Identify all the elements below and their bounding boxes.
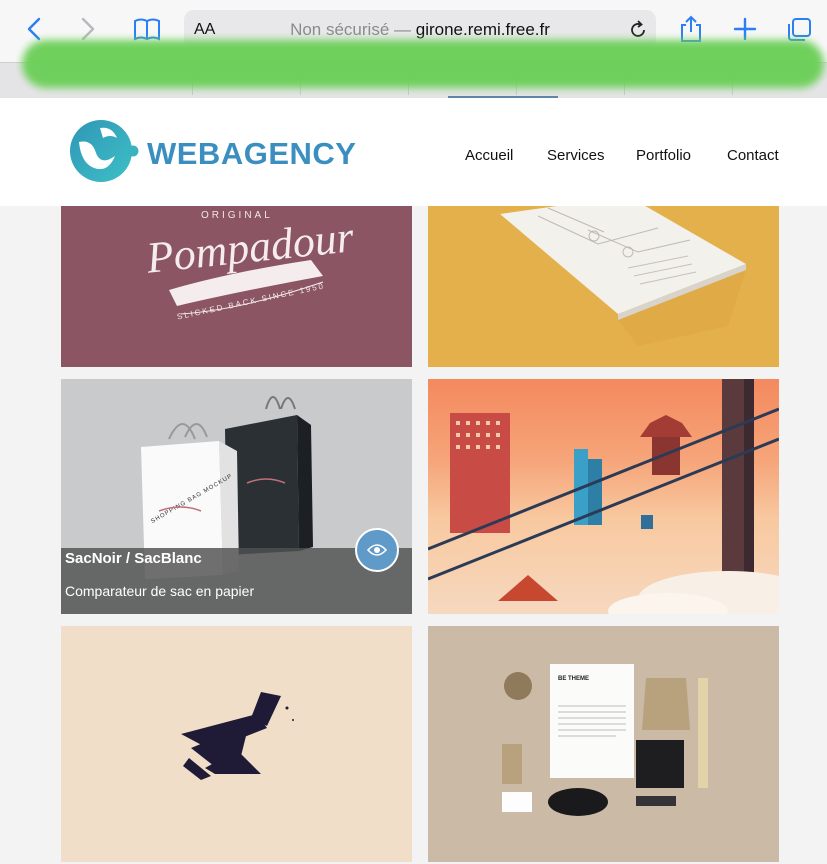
view-project-button[interactable] [355,528,399,572]
security-label: Non sécurisé [290,20,390,39]
url-separator: — [394,20,412,39]
reload-icon[interactable] [628,20,648,40]
portfolio-tile-branding-mockup[interactable]: BE THEME [428,626,779,862]
portfolio-tile-city-illustration[interactable] [428,379,779,614]
stationery-brand-text: BE THEME [558,676,589,682]
portfolio-tile-pompadour[interactable]: ORIGINAL Pompadour SLICKED BACK SINCE 19… [61,206,412,367]
tile-subtitle: Comparateur de sac en papier [65,583,255,599]
url-display[interactable]: Non sécurisé — girone.remi.free.fr [184,20,656,40]
pompadour-original-text: ORIGINAL [201,210,273,221]
redaction-blur [22,40,824,88]
nav-portfolio[interactable]: Portfolio [636,147,691,164]
site-header: WEBAGENCY Accueil Services Portfolio Con… [0,98,827,206]
url-domain: girone.remi.free.fr [415,20,550,39]
portfolio-tile-shopping-bags[interactable]: SHOPPING BAG MOCKUP SacNoir / SacBlanc C… [61,379,412,614]
nav-services[interactable]: Services [547,147,605,164]
brand-name[interactable]: WEBAGENCY [147,136,356,172]
nav-contact[interactable]: Contact [727,147,779,164]
nav-accueil[interactable]: Accueil [465,147,513,164]
portfolio-tile-rocket-logo[interactable] [61,626,412,862]
eye-icon [367,544,387,556]
portfolio-tile-stationery[interactable] [428,206,779,367]
logo-icon[interactable] [70,118,140,184]
tile-title[interactable]: SacNoir / SacBlanc [65,550,202,567]
